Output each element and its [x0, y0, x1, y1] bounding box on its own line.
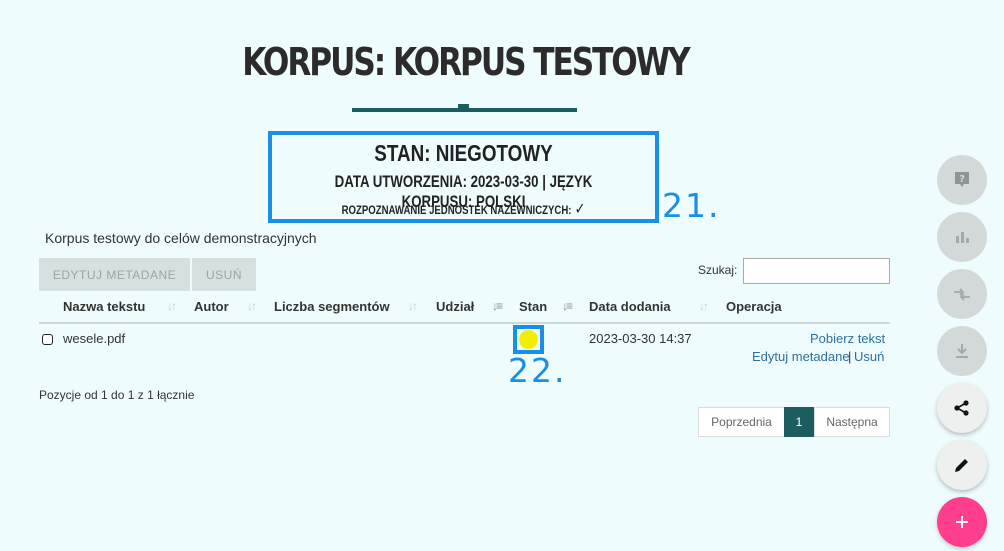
ner-label: ROZPOZNAWANIE JEDNOSTEK NAZEWNICZYCH: [341, 203, 572, 217]
download-icon [956, 344, 968, 358]
sort-icon[interactable]: ↓↑ [408, 299, 418, 313]
table-header-divider [39, 322, 890, 324]
pagination-info: Pozycje od 1 do 1 z 1 łącznie [39, 388, 195, 402]
title-underline [352, 108, 577, 112]
date-added-cell: 2023-03-30 14:37 [589, 331, 692, 346]
sort-icon[interactable]: ↓↑ [167, 299, 177, 313]
help-icon: ? [955, 172, 969, 187]
compare-icon [954, 288, 970, 301]
corpus-description: Korpus testowy do celów demonstracyjnych [45, 230, 317, 246]
column-header-state[interactable]: Stan [519, 299, 547, 314]
search-label: Szukaj: [698, 263, 738, 277]
next-page-button[interactable]: Następna [814, 407, 890, 437]
column-header-date[interactable]: Data dodania [589, 299, 671, 314]
add-button[interactable] [937, 497, 987, 547]
edit-icon [955, 459, 968, 472]
search-input[interactable] [743, 258, 890, 284]
edit-metadata-link[interactable]: Edytuj metadane [752, 349, 850, 364]
corpus-status: STAN: NIEGOTOWY [374, 140, 553, 166]
help-button[interactable]: ? [937, 155, 987, 205]
edit-button[interactable] [937, 440, 987, 490]
share-icon [954, 400, 969, 416]
edit-metadata-button[interactable]: EDYTUJ METADANE [39, 258, 190, 291]
sort-asc-icon[interactable]: ↓≡ [562, 299, 573, 313]
plus-icon [956, 516, 968, 528]
column-header-name[interactable]: Nazwa tekstu [63, 299, 145, 314]
column-header-author[interactable]: Autor [194, 299, 229, 314]
text-name-cell: wesele.pdf [63, 331, 126, 346]
column-header-share[interactable]: Udział [436, 299, 474, 314]
share-button[interactable] [937, 383, 987, 433]
chart-icon [956, 232, 969, 243]
page-title: KORPUS: KORPUS TESTOWY [242, 40, 690, 84]
compare-button[interactable] [937, 269, 987, 319]
delete-link[interactable]: Usuń [854, 349, 884, 364]
page-1-button[interactable]: 1 [784, 407, 814, 437]
delete-button[interactable]: USUŃ [192, 258, 256, 291]
link-separator: | [848, 349, 852, 364]
sort-desc-icon[interactable]: ↓≡ [492, 299, 503, 313]
ner-status: ROZPOZNAWANIE JEDNOSTEK NAZEWNICZYCH: ✓ [307, 199, 620, 219]
download-button[interactable] [937, 326, 987, 376]
statistics-button[interactable] [937, 212, 987, 262]
check-icon: ✓ [574, 201, 586, 218]
previous-page-button[interactable]: Poprzednia [698, 407, 784, 437]
download-text-link[interactable]: Pobierz tekst [810, 331, 885, 346]
row-checkbox[interactable] [42, 334, 53, 345]
svg-text:?: ? [959, 174, 965, 185]
title-underline-notch [458, 104, 469, 108]
annotation-label-21: 21. [662, 186, 721, 225]
annotation-label-22: 22. [508, 351, 567, 390]
column-header-operation: Operacja [726, 299, 782, 314]
column-header-segments[interactable]: Liczba segmentów [274, 299, 390, 314]
state-indicator-icon [519, 330, 538, 349]
sort-icon[interactable]: ↓↑ [699, 299, 709, 313]
sort-icon[interactable]: ↓↑ [247, 299, 257, 313]
